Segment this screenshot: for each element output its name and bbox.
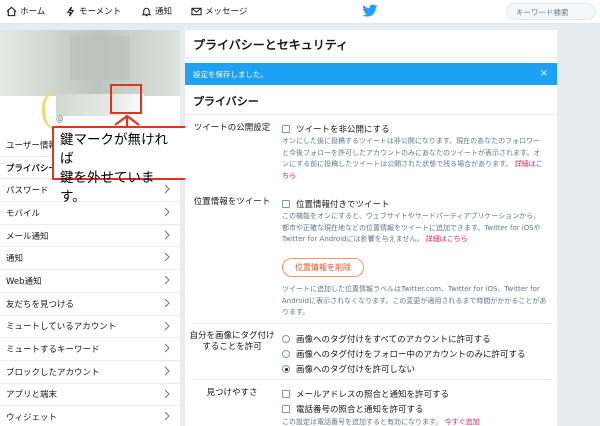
sidebar-item-muted-accounts[interactable]: ミュートしているアカウント xyxy=(0,316,180,339)
sidebar-item-notifications[interactable]: 通知 xyxy=(0,247,180,271)
chevron-right-icon xyxy=(164,389,170,398)
discover-description: この設定は電話番号を追加すると有効になります。 今すぐ追加 xyxy=(282,417,547,426)
section-divider xyxy=(193,323,553,324)
photo-tag-label: 自分を画像にタグ付けすることを許可 xyxy=(189,331,275,352)
sidebar-item-blocked-accounts[interactable]: ブロックしたアカウント xyxy=(0,361,180,384)
lightning-icon xyxy=(66,6,75,16)
nav-moments-label: モーメント xyxy=(79,7,122,17)
protect-tweets-checkbox[interactable] xyxy=(282,125,290,133)
close-icon[interactable]: × xyxy=(540,68,548,79)
chevron-right-icon xyxy=(164,366,170,376)
search-input[interactable]: キーワード検索 xyxy=(506,3,596,20)
learn-more-link[interactable]: 詳細はこちら xyxy=(426,235,468,243)
chevron-right-icon xyxy=(164,207,170,217)
sidebar-item-web-notifications[interactable]: Web通知 xyxy=(0,270,180,293)
location-desc-text: この機能をオンにすると、ウェブサイトやサードパーティアプリケーションから、都市や… xyxy=(282,212,541,243)
section-divider xyxy=(185,114,557,115)
annotation-callout: 鍵マークが無ければ 鍵を外せています。 xyxy=(52,126,188,205)
photo-tag-option-label: 画像へのタグ付けをすべてのアカウントに許可する xyxy=(296,335,491,345)
annotation-line-2: 鍵を外せています。 xyxy=(60,170,155,205)
annotation-highlight-box xyxy=(110,84,142,114)
nav-notifications[interactable]: 通知 xyxy=(141,4,172,18)
tweet-location-label: 位置情報付きでツイート xyxy=(296,200,390,210)
sidebar-item-find-friends[interactable]: 友だちを見つける xyxy=(0,293,180,316)
sidebar-item-label: モバイル xyxy=(6,208,41,219)
sidebar-item-email-notifications[interactable]: メール通知 xyxy=(0,225,180,248)
location-delete-description: ツイートに追加した位置情報ラベルはTwitter.com、Twitter for… xyxy=(282,285,547,316)
title-divider xyxy=(185,57,557,58)
sidebar-item-label: ユーザー情報 xyxy=(6,140,57,151)
blurred-image xyxy=(70,36,130,80)
protect-tweets-option[interactable]: ツイートを非公開にする xyxy=(282,123,390,135)
location-label: 位置情報をツイート xyxy=(193,197,271,207)
photo-tag-option-label: 画像へのタグ付けをフォロー中のアカウントのみに許可する xyxy=(296,350,526,360)
tweet-location-checkbox[interactable] xyxy=(282,200,290,208)
nav-home[interactable]: ホーム xyxy=(6,4,45,18)
chevron-right-icon xyxy=(164,230,170,240)
discover-desc-text: この設定は電話番号を追加すると有効になります。 xyxy=(282,418,443,426)
sidebar-item-label: メール通知 xyxy=(6,231,49,242)
protect-tweets-desc-text: オンにした後に投稿するツイートは非公開になります。現在のあなたのフォロワーと今後… xyxy=(282,137,541,168)
sidebar-item-label: Web通知 xyxy=(6,276,42,287)
profile-handle: @ xyxy=(56,114,64,123)
chevron-right-icon xyxy=(164,298,170,308)
sidebar-item-label: ミュートしているアカウント xyxy=(6,322,117,333)
annotation-line-1: 鍵マークが無ければ xyxy=(60,132,168,167)
chevron-right-icon xyxy=(164,253,170,262)
chevron-right-icon xyxy=(164,343,170,353)
add-now-link[interactable]: 今すぐ追加 xyxy=(445,418,480,426)
sidebar-item-label: アプリと端末 xyxy=(6,390,58,401)
bell-icon xyxy=(141,7,152,16)
photo-tag-option-label: 画像へのタグ付けを許可しない xyxy=(296,365,416,375)
email-discover-label: メールアドレスの照合と通知を許可する xyxy=(296,390,450,400)
phone-discover-label: 電話番号の照合と通知を許可する xyxy=(296,405,424,415)
photo-tag-option-none[interactable]: 画像へのタグ付けを許可しない xyxy=(282,363,415,375)
sidebar-item-label: ブロックしたアカウント xyxy=(6,367,100,378)
nav-messages-label: メッセージ xyxy=(205,7,248,17)
nav-messages[interactable]: メッセージ xyxy=(191,4,247,18)
photo-tag-radio-all[interactable] xyxy=(282,335,290,343)
delete-location-button[interactable]: 位置情報を削除 xyxy=(282,258,364,277)
tweet-privacy-label: ツイートの公開設定 xyxy=(193,123,271,133)
phone-discover-checkbox[interactable] xyxy=(282,405,290,413)
chevron-right-icon xyxy=(164,275,170,285)
sidebar-item-apps[interactable]: アプリと端末 xyxy=(0,384,180,407)
envelope-icon xyxy=(191,7,202,15)
email-discover-checkbox[interactable] xyxy=(282,390,290,398)
photo-tag-option-all[interactable]: 画像へのタグ付けをすべてのアカウントに許可する xyxy=(282,333,491,345)
saved-banner-text: 設定を保存しました。 xyxy=(193,70,268,79)
home-icon xyxy=(6,6,17,16)
photo-tag-radio-none[interactable] xyxy=(282,365,290,373)
discoverability-label: 見つけやすさ xyxy=(206,388,258,398)
saved-banner: 設定を保存しました。 × xyxy=(185,63,557,85)
sidebar-item-label: 友だちを見つける xyxy=(6,299,75,310)
sidebar-item-label: パスワード xyxy=(6,186,49,197)
settings-panel: プライバシーとセキュリティ 設定を保存しました。 × プライバシー ツイートの公… xyxy=(185,30,557,426)
chevron-right-icon xyxy=(164,321,170,330)
nav-notifications-label: 通知 xyxy=(155,7,173,17)
top-nav: ホーム モーメント 通知 メッセージ キーワード検索 xyxy=(0,0,600,24)
section-title-privacy: プライバシー xyxy=(193,95,259,108)
twitter-bird-icon[interactable] xyxy=(362,4,378,18)
nav-moments[interactable]: モーメント xyxy=(65,4,121,18)
chevron-right-icon xyxy=(164,411,170,421)
nav-home-label: ホーム xyxy=(20,7,46,17)
protect-tweets-description: オンにした後に投稿するツイートは非公開になります。現在のあなたのフォロワーと今後… xyxy=(282,136,547,182)
sidebar: @ ユーザー情報 プライバシーとセキュリティ パスワード モバイル メール通知 … xyxy=(0,30,180,426)
sidebar-item-label: ミュートするキーワード xyxy=(6,345,100,356)
protect-tweets-label: ツイートを非公開にする xyxy=(296,125,390,135)
sidebar-item-label: 通知 xyxy=(6,254,24,265)
sidebar-item-muted-words[interactable]: ミュートするキーワード xyxy=(0,338,180,361)
section-divider xyxy=(193,379,553,380)
location-description: この機能をオンにすると、ウェブサイトやサードパーティアプリケーションから、都市や… xyxy=(282,211,547,246)
sidebar-item-widgets[interactable]: ウィジェット xyxy=(0,406,180,426)
photo-tag-radio-following[interactable] xyxy=(282,350,290,358)
phone-discover-option[interactable]: 電話番号の照合と通知を許可する xyxy=(282,403,424,415)
photo-tag-option-following[interactable]: 画像へのタグ付けをフォロー中のアカウントのみに許可する xyxy=(282,348,526,360)
sidebar-item-label: ウィジェット xyxy=(6,413,58,424)
email-discover-option[interactable]: メールアドレスの照合と通知を許可する xyxy=(282,388,449,400)
tweet-location-option[interactable]: 位置情報付きでツイート xyxy=(282,198,390,210)
page-title: プライバシーとセキュリティ xyxy=(193,38,349,52)
